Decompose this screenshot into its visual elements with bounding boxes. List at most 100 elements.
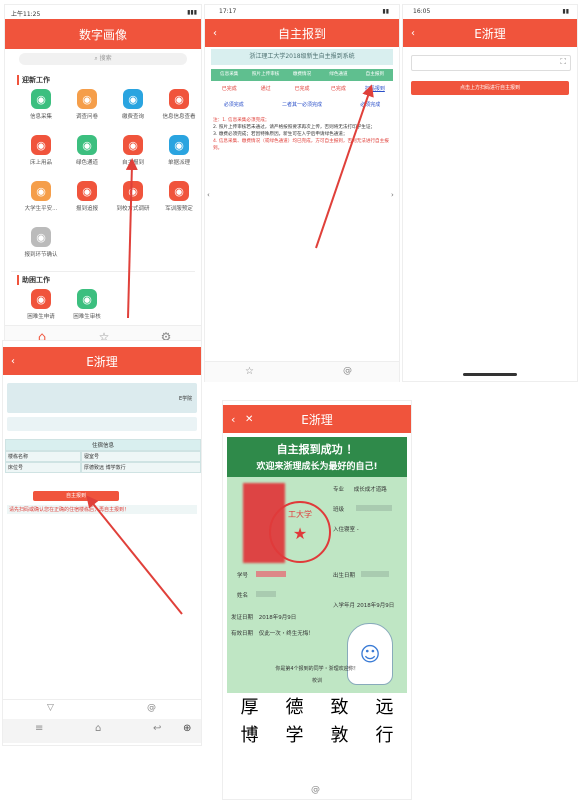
status-time: 16:05: [413, 8, 431, 15]
dorm-table: 住宿信息 楼栋名称 寝室号 床位号 厚德致远 博学敦行: [5, 439, 201, 473]
motto-char: 德: [285, 697, 304, 718]
screen-self-checkin: 17:17 ▮▮ ‹ 自主报到 浙江理工大学2018级新生自主报到系统 信息采集…: [204, 4, 400, 382]
step-tab[interactable]: 信息采集: [211, 69, 247, 81]
table-row: 床位号 厚德致远 博学敦行: [5, 462, 201, 473]
issue-value: 2018年9月9日: [258, 615, 297, 621]
checkin-icon: ◉: [123, 135, 143, 155]
app-item[interactable]: ◉ 信息采集: [17, 89, 65, 120]
battery-icon: ▮▮▮: [187, 9, 197, 16]
report-icon: ◉: [77, 181, 97, 201]
bed-icon: ◉: [31, 135, 51, 155]
at-icon[interactable]: @: [343, 366, 352, 376]
status-bar: 16:05 ▮▮: [413, 8, 569, 15]
step-tab[interactable]: 照片上传审核: [247, 69, 283, 81]
scan-checkin-button[interactable]: 点击上方扫码进行自主报到: [411, 81, 569, 95]
battery-icon: ▮▮: [382, 8, 389, 15]
motto-char: 致: [330, 697, 349, 718]
app-item[interactable]: ◉ 到校方式调研: [109, 181, 157, 212]
nav-bar: ≡ ⌂ ↩ ⊕: [3, 719, 201, 743]
filter-icon[interactable]: ▽: [47, 703, 54, 713]
screen-scan: 16:05 ▮▮ ‹ E浙理 ⛶ 点击上方扫码进行自主报到: [402, 4, 578, 382]
close-icon[interactable]: ✕: [245, 414, 253, 425]
back-icon[interactable]: ‹: [11, 356, 15, 367]
motto-char: 远: [375, 697, 394, 718]
shield-icon: ◉: [31, 181, 51, 201]
back-icon[interactable]: ↩: [153, 723, 161, 734]
app-header: 数字画像: [5, 19, 201, 49]
back-icon[interactable]: ‹: [213, 28, 217, 39]
self-checkin-button[interactable]: 自主报到: [33, 491, 119, 501]
requirement-cell: 必须完成: [223, 102, 244, 108]
school-seal-icon: 工大学 ★: [269, 501, 331, 563]
seal-star: ★: [293, 524, 307, 543]
requirement-cell: 二者其一必须完成: [281, 102, 322, 108]
app-item[interactable]: ◉ 自主报到: [109, 135, 157, 166]
app-item[interactable]: ◉ 绿色通道: [63, 135, 111, 166]
app-item[interactable]: ◉ 信息信息查看: [155, 89, 203, 120]
scan-icon[interactable]: ⛶: [560, 57, 566, 67]
app-item[interactable]: ◉ 困难生审核: [63, 289, 111, 320]
star-icon[interactable]: ☆: [245, 366, 254, 377]
back-icon[interactable]: ‹: [411, 28, 415, 39]
bottom-bar: ☆ @: [205, 361, 399, 382]
app-header: ‹ E浙理: [3, 347, 201, 375]
circle-icon: ◉: [169, 89, 189, 109]
home-icon[interactable]: ⌂: [95, 723, 101, 734]
status-row-1: 已完成 通过 已完成 已完成 扫码报到: [211, 85, 393, 95]
status-time: 上午11:25: [11, 11, 41, 18]
name-label: 姓名: [237, 593, 249, 599]
blurred-value: [255, 571, 286, 577]
scroll-left-icon[interactable]: ‹: [207, 191, 210, 199]
app-label: 缴费查询: [121, 114, 144, 120]
scroll-right-icon[interactable]: ›: [391, 191, 394, 199]
status-bar: 上午11:25 ▮▮▮: [11, 9, 197, 18]
note-line: 2. 照片上传审核若未通过，请严格按照要求再次上传，否则将无法打印学生证；: [213, 125, 376, 130]
motto-line-1: 厚德致远: [227, 693, 407, 719]
menu-icon[interactable]: ≡: [35, 723, 43, 734]
app-item[interactable]: ◉ 军训服预定: [155, 181, 203, 212]
app-item[interactable]: ◉ 报到环节确认: [17, 227, 65, 258]
blurred-info: [7, 383, 197, 413]
headline-2: 欢迎来浙理成长为最好的自己!: [256, 462, 378, 472]
zoom-icon[interactable]: ⊕: [183, 723, 191, 734]
page-title: 自主报到: [277, 26, 326, 41]
footer-note: 你是第4个报到的同学・浙理欢迎你！: [275, 666, 359, 672]
search-placeholder: 搜索: [99, 55, 112, 62]
app-item[interactable]: ◉ 床上用品: [17, 135, 65, 166]
app-item[interactable]: ◉ 调查问卷: [63, 89, 111, 120]
note-line: 3. 缴费必须完成；若因特殊原因，新生可在入学后申请绿色通道；: [213, 132, 348, 137]
motto-char: 学: [285, 725, 304, 746]
app-label: 绿色通道: [75, 160, 98, 166]
field-class: 班级: [333, 505, 392, 513]
blurred-value: [255, 591, 276, 597]
confirm-icon: ◉: [31, 227, 51, 247]
page-title: E浙理: [86, 354, 118, 369]
app-item[interactable]: ◉ 困难生申请: [17, 289, 65, 320]
app-item[interactable]: ◉ 报到追报: [63, 181, 111, 212]
app-item[interactable]: ◉ 大学生平安...: [17, 181, 65, 212]
bus-icon: ◉: [123, 181, 143, 201]
at-icon[interactable]: @: [147, 703, 156, 713]
page-title: E浙理: [301, 412, 333, 427]
field-student-no: 学号: [237, 571, 286, 579]
back-icon[interactable]: ‹: [231, 413, 235, 426]
search-input[interactable]: ⌕ 搜索: [19, 53, 187, 65]
table-cell: 床位号: [5, 462, 81, 473]
table-row: 楼栋名称 寝室号: [5, 451, 201, 462]
scan-input[interactable]: ⛶: [411, 55, 571, 71]
step-tab[interactable]: 缴费情况: [284, 69, 320, 81]
note-line: 4. 信息采集、缴费情况（或绿色通道）均已完成，方可自主报到，否则无法进行自主报…: [213, 139, 389, 151]
app-label: 单据派理: [167, 160, 190, 166]
step-tab[interactable]: 绿色通道: [320, 69, 356, 81]
app-item[interactable]: ◉ 缴费查询: [109, 89, 157, 120]
app-item[interactable]: ◉ 单据派理: [155, 135, 203, 166]
survey-icon: ◉: [77, 89, 97, 109]
status-row-2: 必须完成 二者其一必须完成 必须完成: [211, 101, 393, 111]
motto-line-2: 博学敦行: [227, 721, 407, 747]
step-tab[interactable]: 自主报到: [357, 69, 393, 81]
app-label: 自主报到: [121, 160, 144, 166]
card-header: 自主报到成功 ！ 欢迎来浙理成长为最好的自己!: [227, 437, 407, 477]
at-icon[interactable]: @: [311, 785, 320, 795]
home-indicator: [463, 373, 517, 376]
scan-checkin-link[interactable]: 扫码报到: [357, 85, 393, 95]
